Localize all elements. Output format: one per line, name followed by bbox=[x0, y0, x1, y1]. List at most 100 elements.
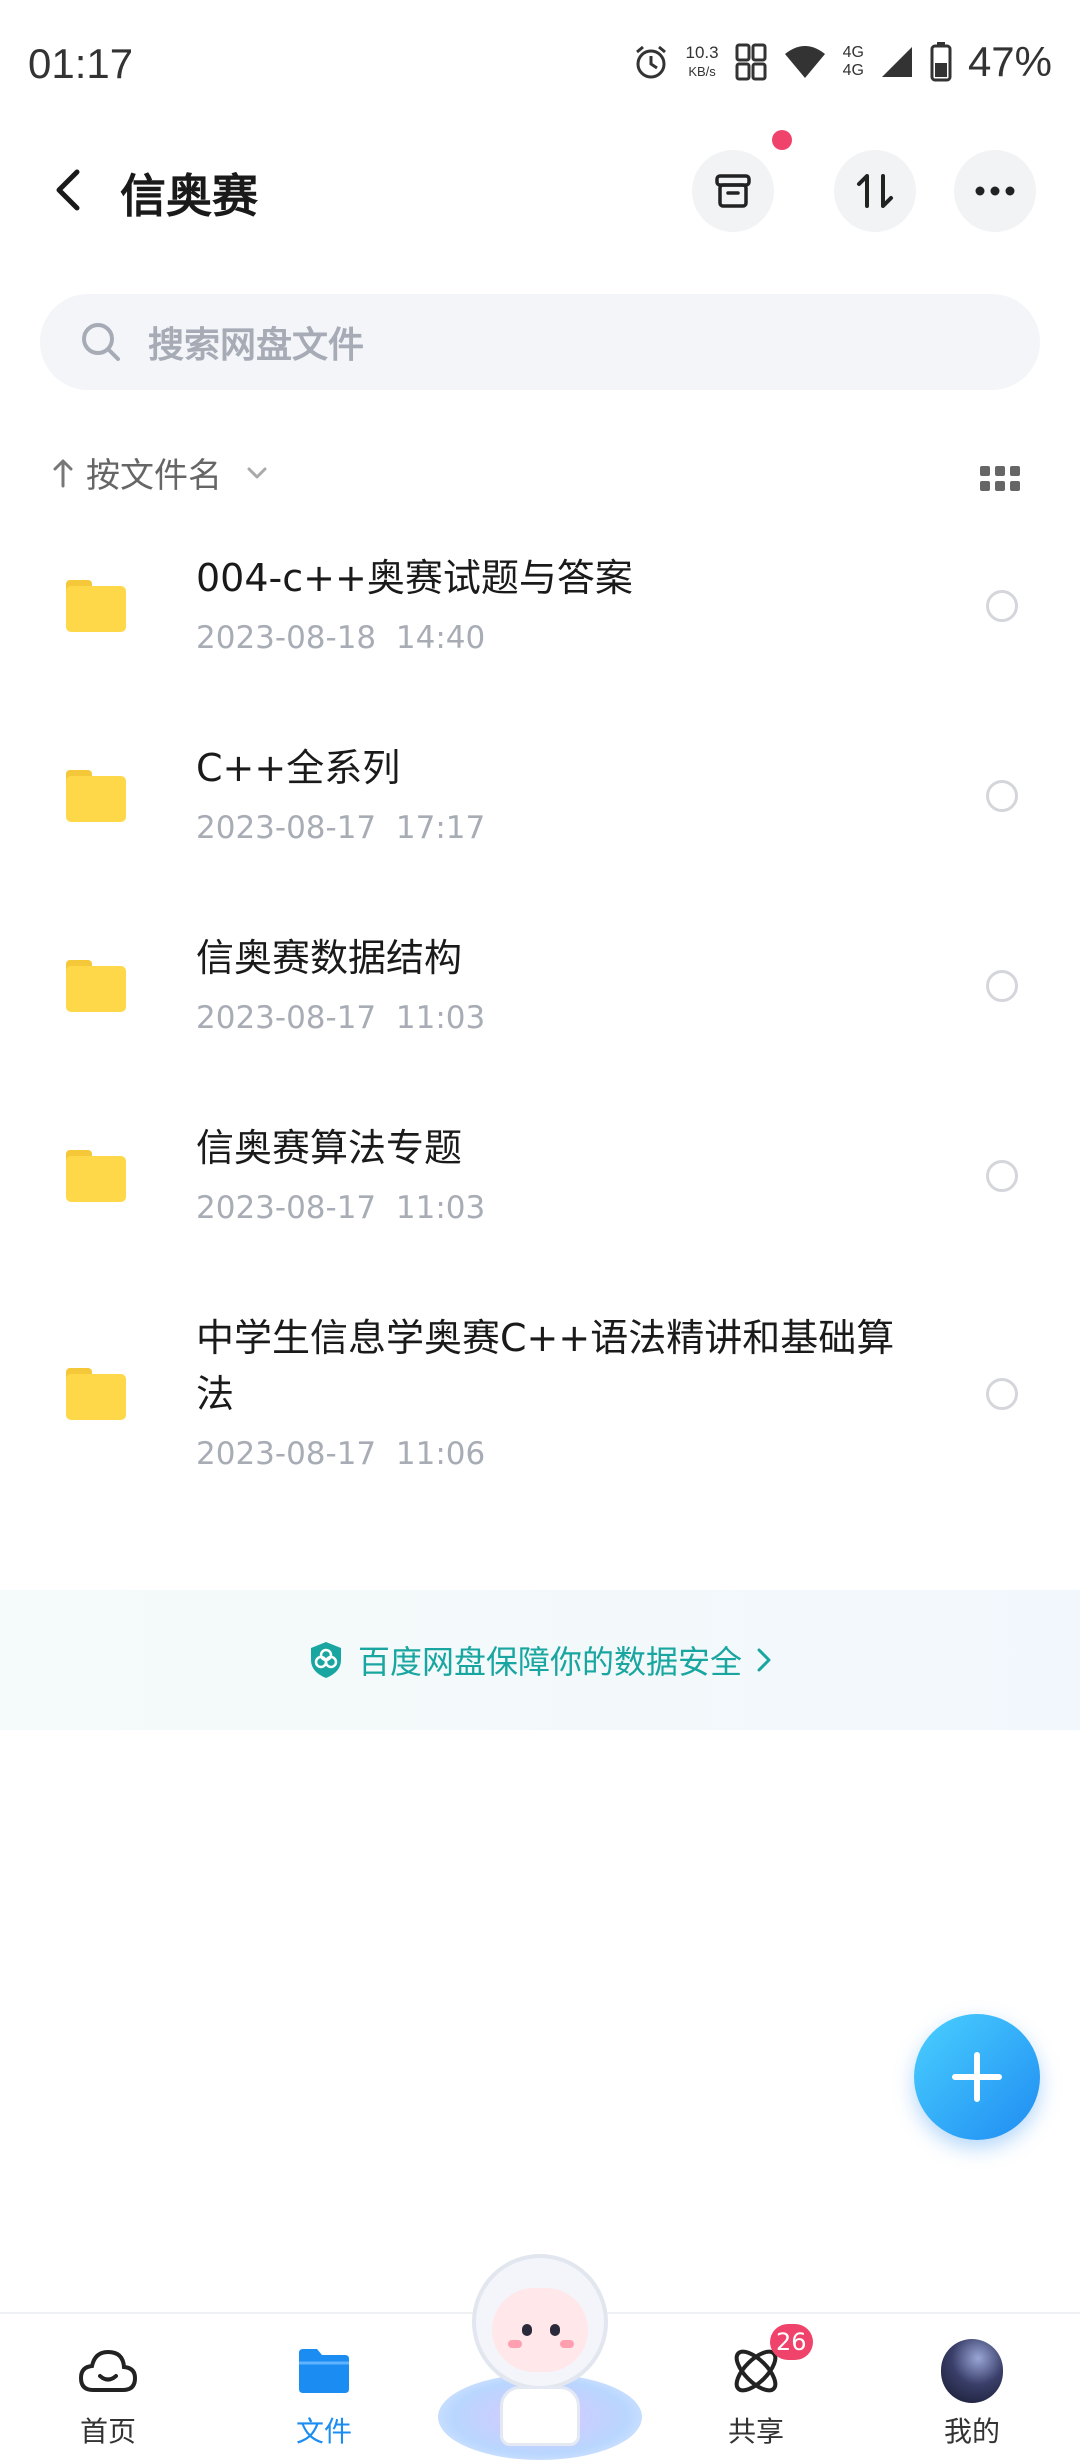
file-date-day: 2023-08-17 bbox=[196, 1436, 377, 1472]
select-checkbox[interactable] bbox=[986, 970, 1018, 1002]
security-banner[interactable]: 百度网盘保障你的数据安全 bbox=[0, 1590, 1080, 1730]
file-date-time: 17:17 bbox=[395, 810, 486, 846]
transfer-button[interactable] bbox=[834, 150, 916, 232]
signal-label: 4G 4G bbox=[843, 44, 864, 80]
page-title: 信奥赛 bbox=[120, 169, 258, 223]
select-checkbox[interactable] bbox=[986, 1378, 1018, 1410]
mascot-eye bbox=[550, 2324, 560, 2336]
grid-dot bbox=[980, 466, 990, 476]
nav-share-label: 共享 bbox=[727, 2415, 784, 2448]
file-date: 2023-08-17 11:03 bbox=[196, 1000, 485, 1036]
more-icon bbox=[975, 186, 1015, 196]
file-date-day: 2023-08-17 bbox=[196, 1190, 377, 1226]
list-item[interactable]: 信奥赛数据结构 2023-08-17 11:03 bbox=[0, 910, 1080, 1100]
file-date-time: 11:03 bbox=[395, 1000, 486, 1036]
status-bar: 01:17 10.3 KB/s 4G 4G 47% bbox=[0, 0, 1080, 130]
file-name: 信奥赛数据结构 bbox=[196, 936, 463, 980]
grid-dot bbox=[995, 466, 1005, 476]
file-date-day: 2023-08-18 bbox=[196, 620, 377, 656]
nav-home-label: 首页 bbox=[79, 2415, 136, 2448]
folder-icon bbox=[66, 580, 126, 632]
nav-share[interactable]: 26 共享 bbox=[676, 2314, 836, 2460]
avatar bbox=[941, 2339, 1003, 2403]
file-date: 2023-08-17 17:17 bbox=[196, 810, 485, 846]
nav-mine[interactable]: 我的 bbox=[892, 2314, 1052, 2460]
signal-top: 4G bbox=[842, 44, 864, 61]
header: 信奥赛 bbox=[0, 130, 1080, 240]
folder-icon bbox=[66, 960, 126, 1012]
file-date: 2023-08-17 11:06 bbox=[196, 1436, 485, 1472]
file-list: 004-c++奥赛试题与答案 2023-08-18 14:40 C++全系列 2… bbox=[0, 530, 1080, 1536]
list-item[interactable]: 中学生信息学奥赛C++语法精讲和基础算法 2023-08-17 11:06 bbox=[0, 1290, 1080, 1536]
file-name: C++全系列 bbox=[196, 746, 401, 790]
search-placeholder: 搜索网盘文件 bbox=[148, 325, 365, 366]
mascot-body bbox=[500, 2386, 580, 2446]
folder-icon bbox=[66, 1368, 126, 1420]
file-name: 信奥赛算法专题 bbox=[196, 1126, 463, 1170]
file-date-time: 14:40 bbox=[395, 620, 486, 656]
folder-icon bbox=[66, 1150, 126, 1202]
nav-files-label: 文件 bbox=[295, 2415, 352, 2448]
mascot-cheek bbox=[560, 2340, 574, 2348]
wifi-icon bbox=[784, 46, 825, 78]
battery-icon bbox=[930, 42, 952, 82]
grid-dot bbox=[1010, 466, 1020, 476]
archive-button[interactable] bbox=[692, 150, 774, 232]
signal-bottom: 4G bbox=[842, 62, 864, 79]
select-checkbox[interactable] bbox=[986, 1160, 1018, 1192]
net-speed: 10.3 KB/s bbox=[686, 43, 719, 81]
hd-icon bbox=[735, 43, 767, 81]
status-time: 01:17 bbox=[28, 40, 134, 87]
notification-dot bbox=[772, 130, 792, 150]
list-item[interactable]: 信奥赛算法专题 2023-08-17 11:03 bbox=[0, 1100, 1080, 1290]
select-checkbox[interactable] bbox=[986, 780, 1018, 812]
file-date-time: 11:03 bbox=[395, 1190, 486, 1226]
folder-icon bbox=[66, 770, 126, 822]
mascot-face bbox=[492, 2288, 588, 2372]
mascot-button[interactable] bbox=[438, 2254, 642, 2460]
chevron-right-icon bbox=[757, 1648, 771, 1672]
list-item[interactable]: 004-c++奥赛试题与答案 2023-08-18 14:40 bbox=[0, 530, 1080, 720]
sort-arrow-icon bbox=[53, 459, 73, 487]
transfer-icon bbox=[857, 174, 893, 208]
file-name: 中学生信息学奥赛C++语法精讲和基础算法 bbox=[196, 1316, 895, 1416]
avatar-image bbox=[941, 2339, 1003, 2403]
grid-dot bbox=[980, 481, 990, 491]
back-button[interactable] bbox=[40, 162, 96, 218]
sort-label: 按文件名 bbox=[86, 456, 222, 496]
grid-dot bbox=[1010, 481, 1020, 491]
file-name: 004-c++奥赛试题与答案 bbox=[196, 556, 633, 600]
alarm-icon bbox=[635, 45, 666, 79]
file-date: 2023-08-17 11:03 bbox=[196, 1190, 485, 1226]
mascot-cheek bbox=[508, 2340, 522, 2348]
nav-home[interactable]: 首页 bbox=[28, 2314, 188, 2460]
sort-selector[interactable]: 按文件名 bbox=[52, 448, 268, 497]
grid-view-icon[interactable] bbox=[980, 466, 1020, 496]
cloud-icon bbox=[77, 2340, 139, 2402]
search-input[interactable]: 搜索网盘文件 bbox=[40, 294, 1040, 390]
battery-percent: 47% bbox=[967, 38, 1052, 85]
select-checkbox[interactable] bbox=[986, 590, 1018, 622]
archive-icon bbox=[715, 174, 751, 208]
nav-mine-label: 我的 bbox=[943, 2415, 1000, 2448]
folder-tab-icon bbox=[293, 2340, 355, 2402]
share-badge: 26 bbox=[770, 2324, 813, 2360]
list-item[interactable]: C++全系列 2023-08-17 17:17 bbox=[0, 720, 1080, 910]
shield-icon bbox=[310, 1642, 341, 1678]
security-text: 百度网盘保障你的数据安全 bbox=[357, 1643, 742, 1681]
file-date-day: 2023-08-17 bbox=[196, 1000, 377, 1036]
net-speed-unit: KB/s bbox=[688, 64, 716, 79]
search-icon bbox=[80, 321, 122, 363]
chevron-down-icon bbox=[247, 467, 267, 478]
back-icon bbox=[56, 169, 80, 211]
file-date-day: 2023-08-17 bbox=[196, 810, 377, 846]
file-date-time: 11:06 bbox=[395, 1436, 486, 1472]
net-speed-value: 10.3 bbox=[685, 43, 719, 62]
more-button[interactable] bbox=[954, 150, 1036, 232]
nav-files[interactable]: 文件 bbox=[244, 2314, 404, 2460]
plus-icon bbox=[952, 2052, 1002, 2102]
add-button[interactable] bbox=[914, 2014, 1040, 2140]
grid-dot bbox=[995, 481, 1005, 491]
mascot-eye bbox=[522, 2324, 532, 2336]
status-icons: 10.3 KB/s 4G 4G 47% bbox=[632, 38, 1052, 86]
